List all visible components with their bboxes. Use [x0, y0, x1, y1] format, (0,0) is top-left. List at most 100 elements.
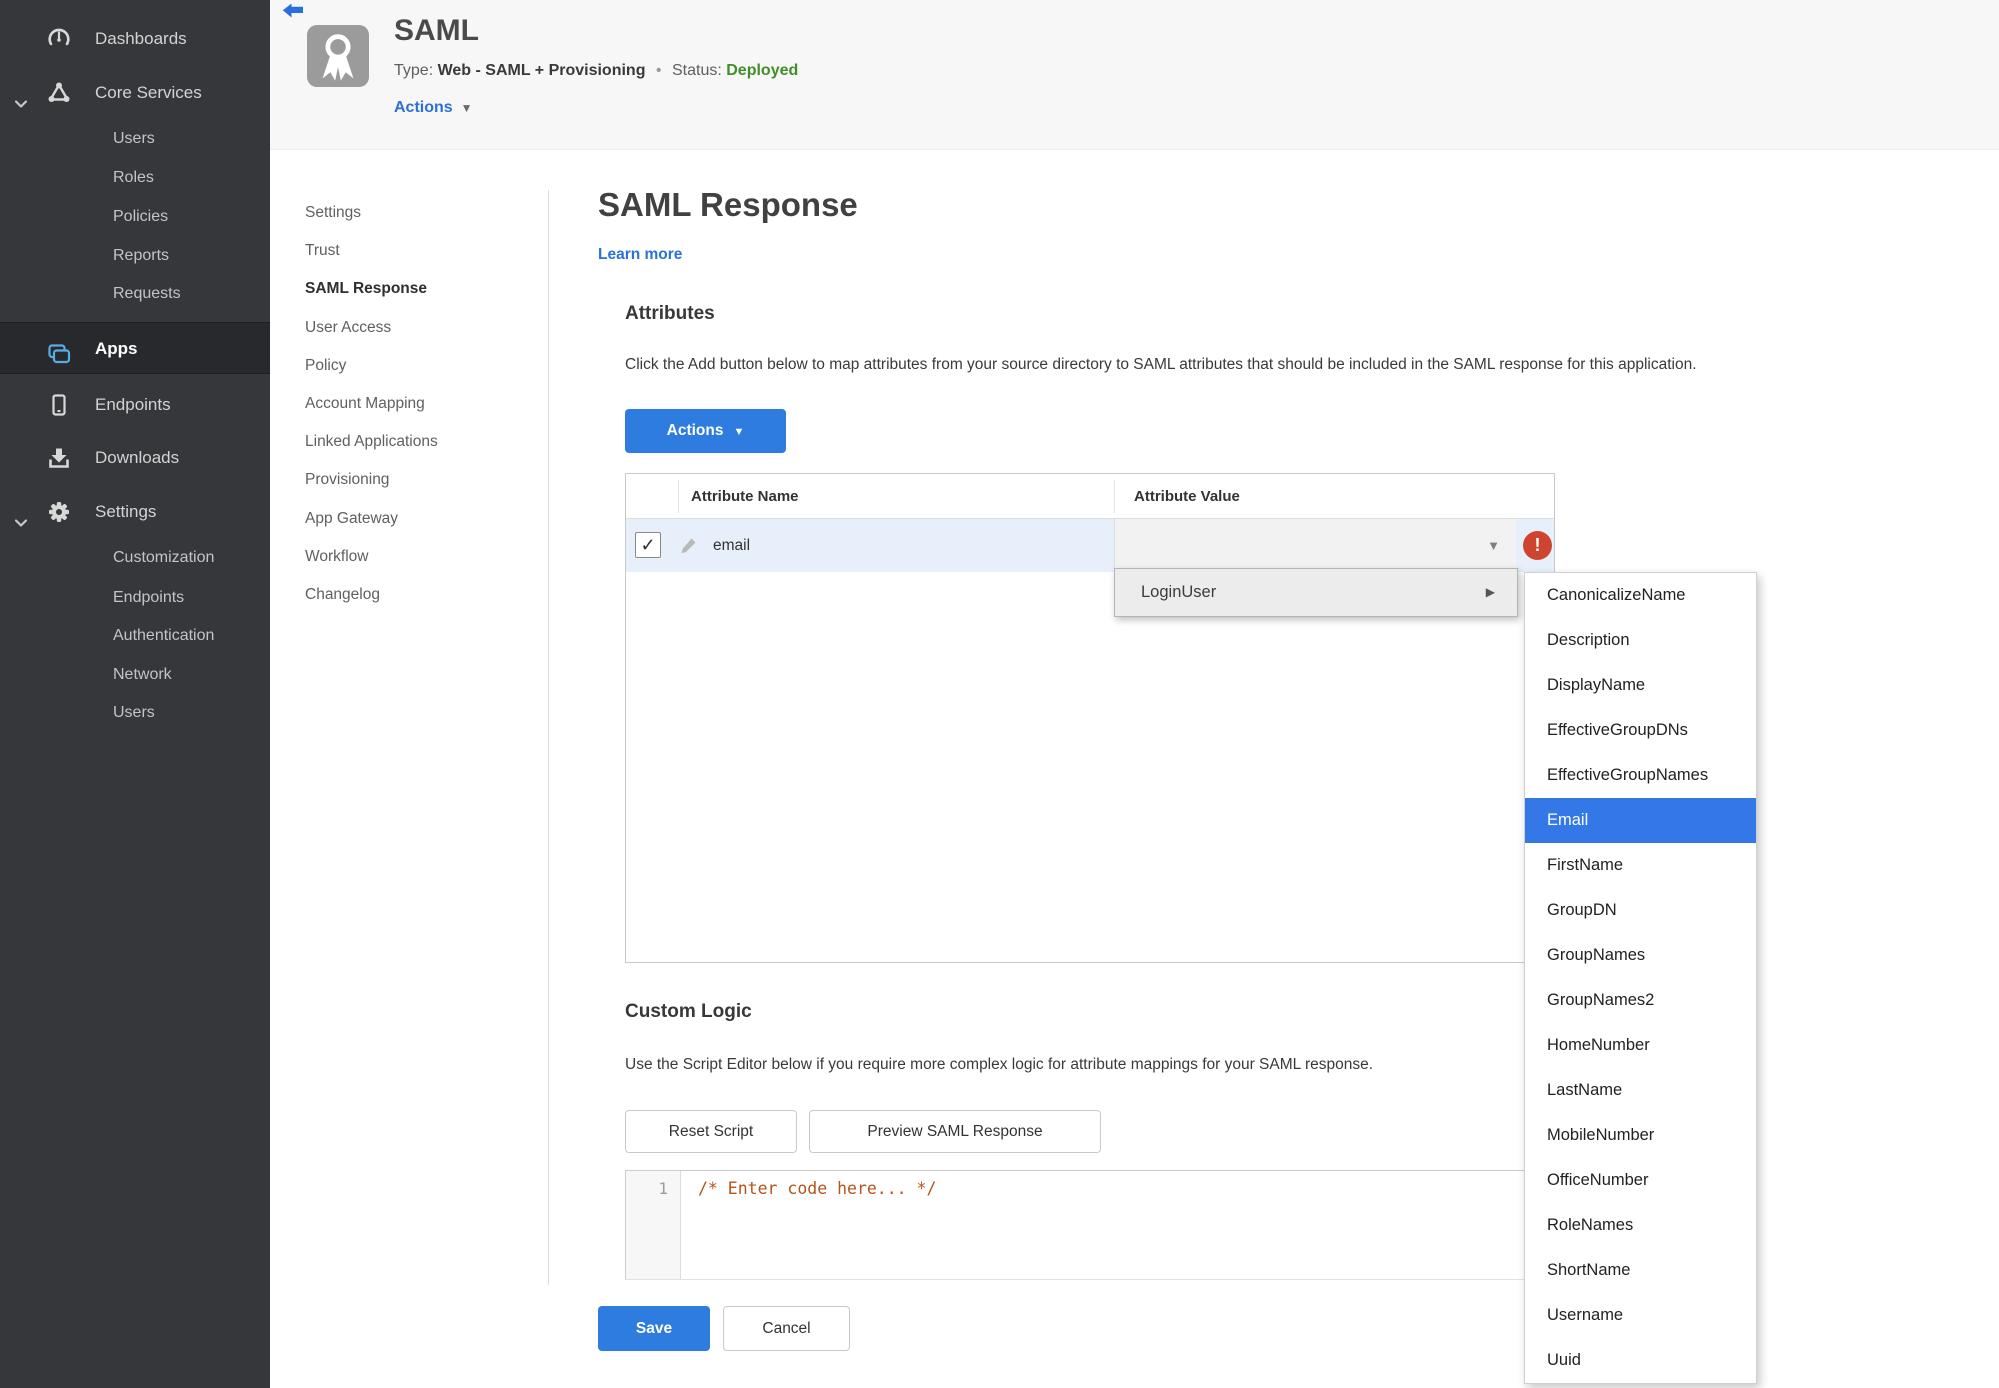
column-header-attribute-value: Attribute Value	[1134, 488, 1240, 505]
preview-saml-response-button[interactable]: Preview SAML Response	[809, 1110, 1101, 1153]
sidebar-item-requests[interactable]: Requests	[113, 275, 270, 313]
actions-button-label: Actions	[666, 422, 724, 439]
validation-error-icon: !	[1523, 531, 1552, 560]
editor-gutter: 1	[626, 1171, 681, 1279]
attributes-heading: Attributes	[625, 303, 715, 324]
submenu-item-username[interactable]: Username	[1525, 1293, 1756, 1338]
header-actions-label: Actions	[394, 99, 453, 116]
editor-code-line[interactable]: /* Enter code here... */	[698, 1179, 936, 1198]
endpoint-icon	[46, 392, 72, 418]
sidebar-item-label: Dashboards	[95, 29, 187, 48]
page-title: SAML Response	[598, 186, 858, 223]
caret-down-icon: ▼	[460, 101, 473, 115]
submenu-item-email[interactable]: Email	[1525, 798, 1756, 843]
submenu-item-effectivegroupdns[interactable]: EffectiveGroupDNs	[1525, 708, 1756, 753]
edit-pencil-icon[interactable]	[679, 535, 699, 555]
apps-icon	[46, 336, 72, 364]
sidebar-item-label: Endpoints	[95, 395, 171, 414]
table-header-row: Attribute Name Attribute Value	[626, 474, 1554, 519]
submenu-item-shortname[interactable]: ShortName	[1525, 1248, 1756, 1293]
sidebar-item-label: Core Services	[95, 83, 202, 102]
sidebar-item-roles[interactable]: Roles	[113, 159, 270, 197]
sidebar-item-users[interactable]: Users	[113, 120, 270, 158]
attribute-name-cell: email	[713, 537, 751, 554]
submenu-item-firstname[interactable]: FirstName	[1525, 843, 1756, 888]
submenu-item-groupdn[interactable]: GroupDN	[1525, 888, 1756, 933]
column-divider	[678, 480, 679, 513]
status-badge: Deployed	[726, 62, 799, 79]
column-divider	[1114, 480, 1115, 513]
gear-icon	[46, 499, 72, 525]
value-dropdown-menu[interactable]: LoginUser ▶	[1114, 568, 1518, 617]
subnav-item-changelog[interactable]: Changelog	[305, 576, 540, 614]
type-label: Type:	[394, 62, 434, 79]
download-icon	[46, 445, 72, 471]
page-app-title: SAML	[394, 14, 479, 47]
sidebar-item-settings-endpoints[interactable]: Endpoints	[113, 579, 270, 617]
submenu-item-lastname[interactable]: LastName	[1525, 1068, 1756, 1113]
saml-app-icon	[307, 25, 369, 87]
sidebar-item-downloads[interactable]: Downloads	[0, 439, 270, 477]
subnav-item-trust[interactable]: Trust	[305, 232, 540, 270]
dropdown-item-loginuser: LoginUser	[1141, 583, 1217, 601]
sidebar-item-label: Apps	[95, 339, 138, 358]
line-number: 1	[658, 1179, 668, 1198]
sidebar-item-authentication[interactable]: Authentication	[113, 617, 270, 655]
subnav-item-saml-response[interactable]: SAML Response	[305, 270, 540, 308]
sidebar-item-reports[interactable]: Reports	[113, 237, 270, 275]
learn-more-link[interactable]: Learn more	[598, 246, 682, 264]
attributes-description: Click the Add button below to map attrib…	[625, 356, 1697, 373]
sidebar-item-endpoints[interactable]: Endpoints	[0, 386, 270, 424]
submenu-item-displayname[interactable]: DisplayName	[1525, 663, 1756, 708]
attribute-submenu: CanonicalizeName Description DisplayName…	[1524, 572, 1757, 1384]
submenu-item-effectivegroupnames[interactable]: EffectiveGroupNames	[1525, 753, 1756, 798]
submenu-item-uuid[interactable]: Uuid	[1525, 1338, 1756, 1383]
column-header-attribute-name: Attribute Name	[691, 488, 799, 505]
chevron-down-icon	[14, 506, 28, 527]
submenu-item-description[interactable]: Description	[1525, 618, 1756, 663]
meta-separator: •	[655, 62, 662, 79]
back-arrow-icon[interactable]	[282, 3, 304, 19]
submenu-item-groupnames[interactable]: GroupNames	[1525, 933, 1756, 978]
type-value: Web - SAML + Provisioning	[437, 62, 646, 79]
subnav-item-linked-applications[interactable]: Linked Applications	[305, 423, 540, 461]
submenu-item-mobilenumber[interactable]: MobileNumber	[1525, 1113, 1756, 1158]
submenu-item-rolenames[interactable]: RoleNames	[1525, 1203, 1756, 1248]
sidebar-item-core-services[interactable]: Core Services	[0, 74, 270, 112]
sidebar-item-label: Downloads	[95, 448, 180, 467]
submenu-item-groupnames2[interactable]: GroupNames2	[1525, 978, 1756, 1023]
sidebar-item-settings[interactable]: Settings	[0, 493, 270, 531]
submenu-item-homenumber[interactable]: HomeNumber	[1525, 1023, 1756, 1068]
save-button[interactable]: Save	[598, 1306, 710, 1351]
subnav-item-app-gateway[interactable]: App Gateway	[305, 500, 540, 538]
script-editor[interactable]: 1 /* Enter code here... */	[625, 1170, 1555, 1280]
subnav-item-policy[interactable]: Policy	[305, 347, 540, 385]
sidebar-item-customization[interactable]: Customization	[113, 539, 270, 577]
core-services-icon	[46, 80, 72, 106]
attributes-actions-button[interactable]: Actions ▼	[625, 409, 786, 453]
header-actions-menu[interactable]: Actions ▼	[394, 99, 473, 117]
caret-down-icon: ▼	[733, 426, 745, 438]
subnav-item-settings[interactable]: Settings	[305, 194, 540, 232]
submenu-item-officenumber[interactable]: OfficeNumber	[1525, 1158, 1756, 1203]
attribute-value-combobox[interactable]: ▼	[1114, 519, 1516, 572]
cancel-button[interactable]: Cancel	[723, 1306, 850, 1351]
app-subnav: Settings Trust SAML Response User Access…	[305, 194, 540, 614]
sidebar-item-apps[interactable]: Apps	[0, 322, 270, 374]
reset-script-button[interactable]: Reset Script	[625, 1110, 797, 1153]
sidebar-item-policies[interactable]: Policies	[113, 198, 270, 236]
sidebar-item-network[interactable]: Network	[113, 656, 270, 694]
subnav-item-provisioning[interactable]: Provisioning	[305, 461, 540, 499]
table-row[interactable]: ✓ email ▼ !	[626, 519, 1554, 572]
sidebar-item-settings-users[interactable]: Users	[113, 694, 270, 732]
sidebar-item-dashboards[interactable]: Dashboards	[0, 20, 270, 58]
row-checkbox[interactable]: ✓	[635, 532, 661, 558]
subnav-item-workflow[interactable]: Workflow	[305, 538, 540, 576]
submenu-item-canonicalizename[interactable]: CanonicalizeName	[1525, 573, 1756, 618]
attributes-table: Attribute Name Attribute Value ✓ email ▼…	[625, 473, 1555, 963]
sidebar-item-label: Settings	[95, 502, 157, 521]
chevron-down-icon	[14, 87, 28, 108]
subnav-item-account-mapping[interactable]: Account Mapping	[305, 385, 540, 423]
app-meta: Type: Web - SAML + Provisioning • Status…	[394, 62, 798, 80]
subnav-item-user-access[interactable]: User Access	[305, 309, 540, 347]
